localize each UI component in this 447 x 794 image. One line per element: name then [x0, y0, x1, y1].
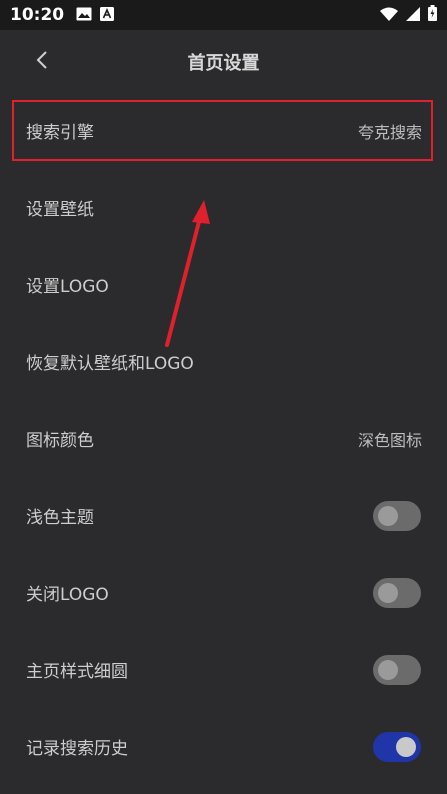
setting-close-logo[interactable]: 关闭LOGO	[0, 554, 447, 631]
setting-label: 搜索引擎	[26, 123, 94, 143]
setting-label: 设置LOGO	[26, 277, 109, 297]
status-right-icons	[380, 5, 437, 25]
status-bar: 10:20	[0, 0, 447, 30]
setting-label: 关闭LOGO	[26, 585, 109, 605]
close-logo-toggle[interactable]	[373, 577, 421, 608]
settings-list: 搜索引擎 夸克搜索 设置壁纸 设置LOGO 恢复默认壁纸和LOGO 图标颜色 深…	[0, 92, 447, 785]
page-title: 首页设置	[187, 53, 260, 74]
setting-label: 恢复默认壁纸和LOGO	[26, 354, 194, 374]
setting-search-history[interactable]: 记录搜索历史	[0, 708, 447, 785]
setting-logo[interactable]: 设置LOGO	[0, 246, 447, 323]
setting-search-engine[interactable]: 搜索引擎 夸克搜索	[0, 92, 447, 169]
setting-value: 深色图标	[357, 430, 422, 450]
setting-label: 记录搜索历史	[26, 739, 128, 759]
light-theme-toggle[interactable]	[373, 500, 421, 531]
status-time: 10:20	[10, 5, 65, 25]
toggle-knob	[396, 736, 416, 757]
image-icon	[76, 6, 92, 25]
setting-label: 主页样式细圆	[26, 662, 128, 682]
toggle-knob	[378, 505, 398, 526]
setting-wallpaper[interactable]: 设置壁纸	[0, 169, 447, 246]
setting-label: 图标颜色	[26, 431, 94, 451]
homepage-style-toggle[interactable]	[373, 654, 421, 685]
setting-label: 设置壁纸	[26, 200, 94, 220]
setting-icon-color[interactable]: 图标颜色 深色图标	[0, 400, 447, 477]
setting-label: 浅色主题	[26, 508, 94, 528]
a-notification-icon	[100, 6, 115, 25]
setting-value: 夸克搜索	[357, 122, 422, 142]
setting-homepage-thin-round[interactable]: 主页样式细圆	[0, 631, 447, 708]
toggle-knob	[378, 582, 398, 603]
header-bar: 首页设置	[0, 30, 447, 92]
signal-icon	[406, 6, 420, 25]
wifi-icon	[380, 6, 398, 25]
toggle-knob	[378, 659, 398, 680]
search-history-toggle[interactable]	[373, 731, 421, 762]
battery-icon	[428, 5, 437, 25]
setting-restore-default[interactable]: 恢复默认壁纸和LOGO	[0, 323, 447, 400]
setting-light-theme[interactable]: 浅色主题	[0, 477, 447, 554]
